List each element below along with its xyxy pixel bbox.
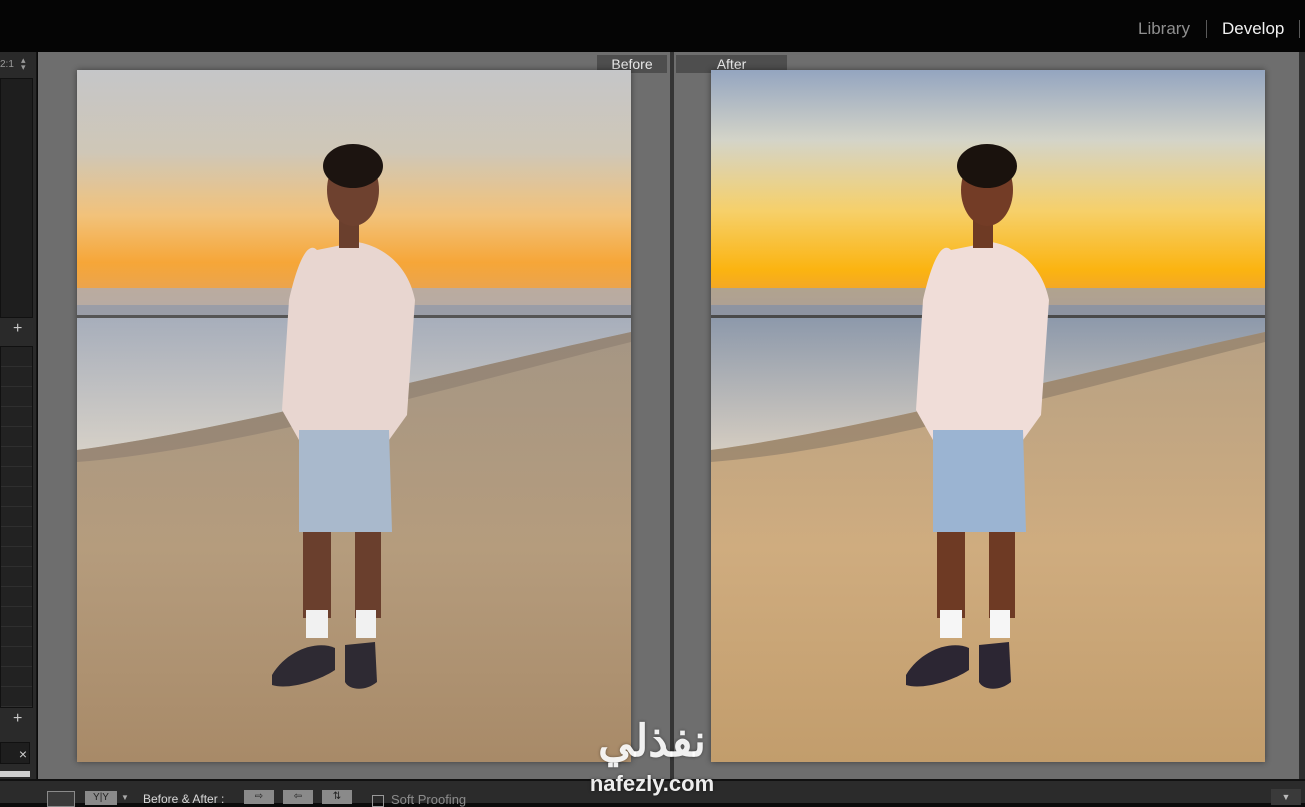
before-after-view: Before After bbox=[38, 52, 1305, 779]
plus-icon[interactable]: + bbox=[13, 320, 22, 338]
view-divider bbox=[670, 52, 674, 779]
after-photo-image bbox=[711, 70, 1265, 762]
swap-before-after-button[interactable]: ⇅ bbox=[322, 790, 352, 804]
before-photo[interactable] bbox=[77, 70, 631, 762]
watermark-latin-text: nafezly.com bbox=[589, 771, 715, 796]
chevron-down-icon[interactable]: ▼ bbox=[121, 793, 129, 802]
presets-list[interactable] bbox=[0, 346, 33, 708]
copy-before-to-after-button[interactable]: ⇨ bbox=[244, 790, 274, 804]
module-develop-link[interactable]: Develop bbox=[1222, 19, 1284, 39]
module-library-link[interactable]: Library bbox=[1138, 19, 1190, 39]
copy-after-to-before-button[interactable]: ⇦ bbox=[283, 790, 313, 804]
zoom-stepper-icon[interactable]: ▴ ▾ bbox=[21, 56, 26, 72]
watermark-logo: نفذلي nafezly.com bbox=[567, 716, 737, 803]
zoom-level[interactable]: 2:1 bbox=[0, 59, 14, 70]
watermark-arabic-text: نفذلي bbox=[598, 717, 706, 766]
soft-proofing-checkbox[interactable] bbox=[372, 795, 384, 807]
right-panel-edge bbox=[1299, 52, 1305, 779]
panel-scrollbar[interactable] bbox=[0, 771, 30, 777]
module-separator bbox=[1206, 20, 1207, 38]
before-photo-image bbox=[77, 70, 631, 762]
close-icon[interactable]: × bbox=[0, 742, 30, 764]
top-module-bar: Library Develop bbox=[0, 0, 1305, 52]
left-panel: 2:1 ▴ ▾ + + × bbox=[0, 52, 37, 779]
before-after-label: Before & After : bbox=[143, 792, 225, 806]
after-photo[interactable] bbox=[711, 70, 1265, 762]
soft-proofing-label: Soft Proofing bbox=[391, 792, 467, 807]
navigator-preview[interactable] bbox=[0, 78, 33, 318]
plus-icon[interactable]: + bbox=[13, 710, 22, 728]
module-separator bbox=[1299, 20, 1300, 38]
loupe-view-button[interactable] bbox=[47, 791, 75, 807]
